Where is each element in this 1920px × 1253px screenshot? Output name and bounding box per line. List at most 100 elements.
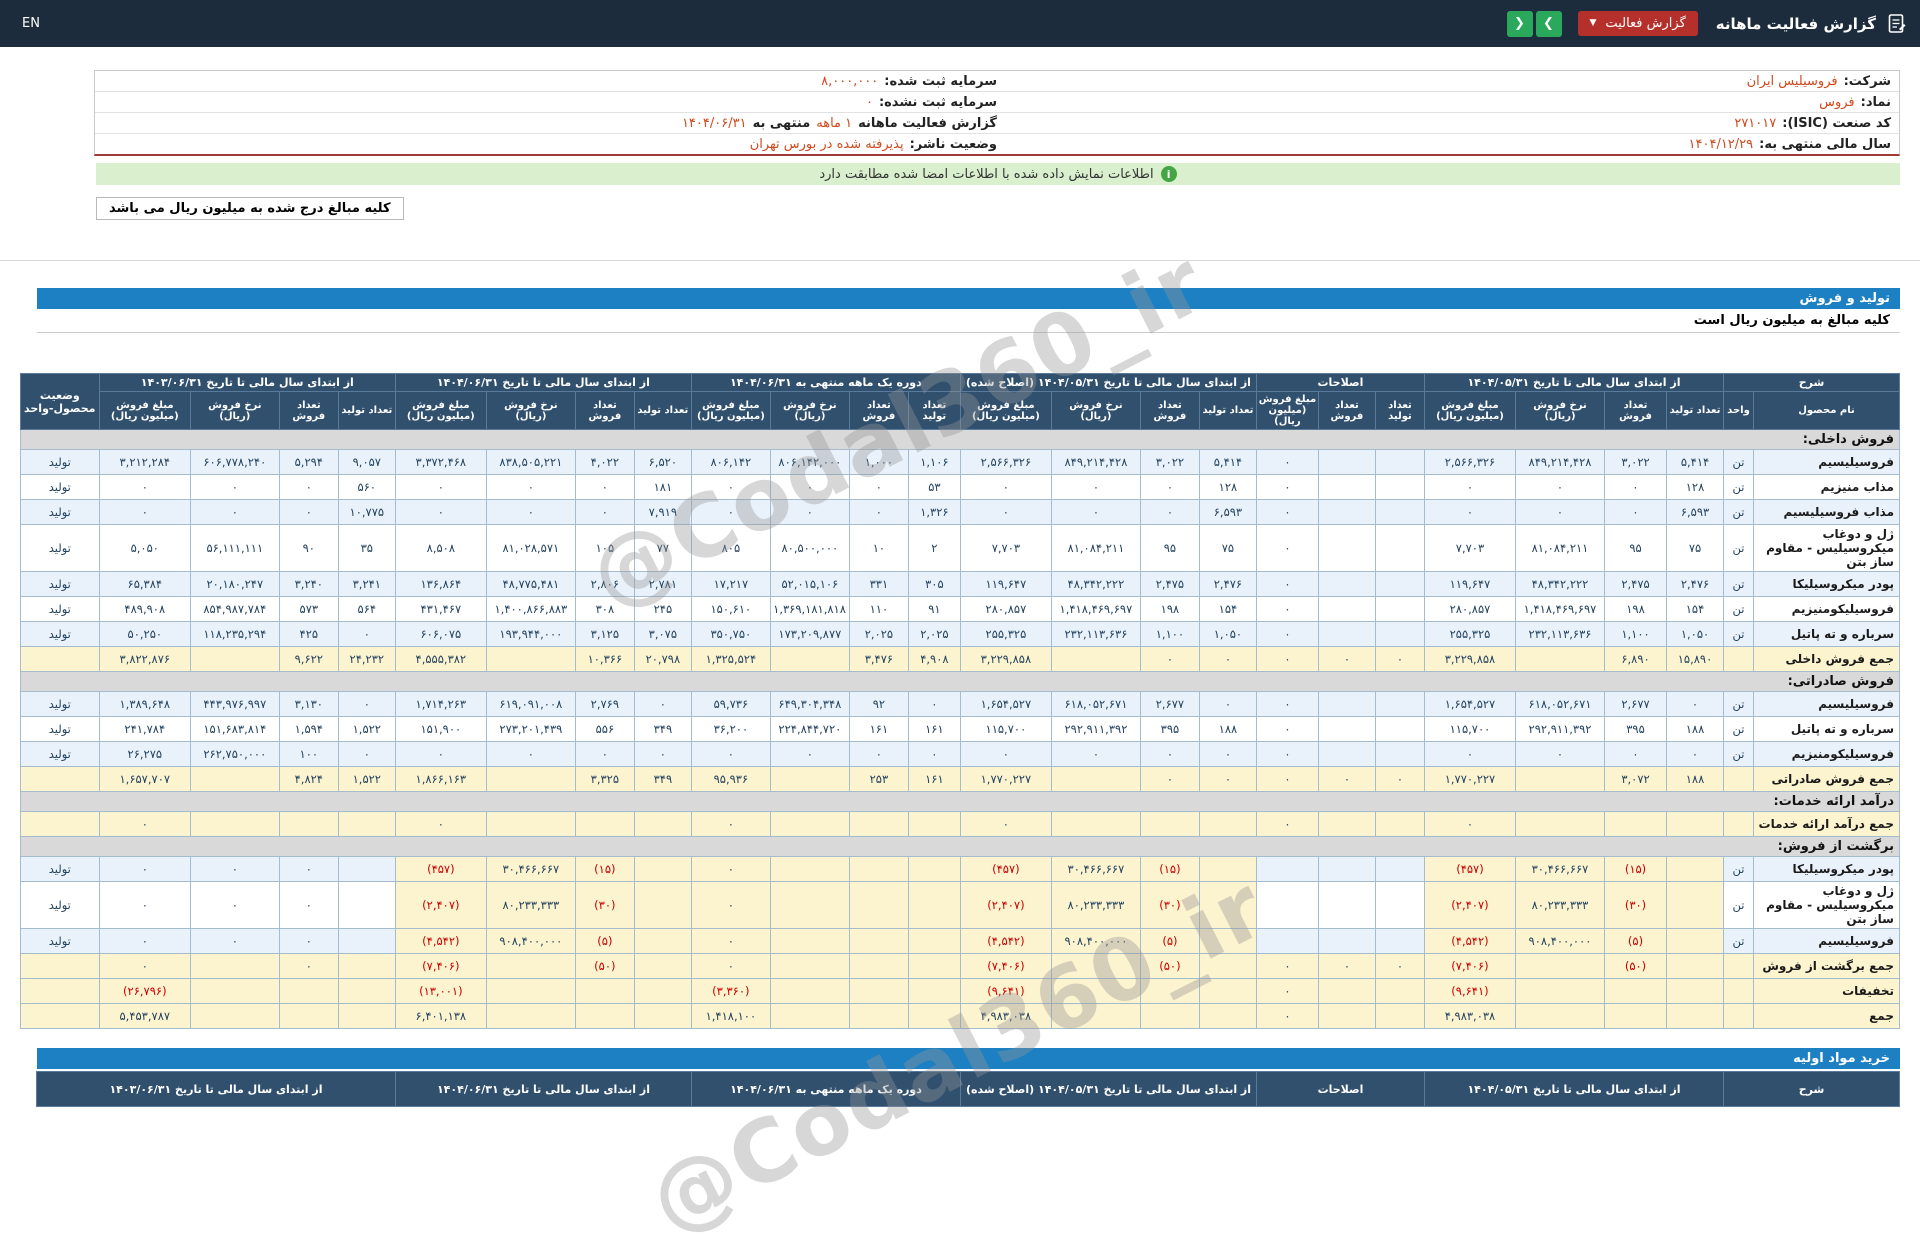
table-cell bbox=[1318, 929, 1375, 954]
table-cell: ۱,۷۷۰,۲۲۷ bbox=[1424, 767, 1515, 792]
next-report-button[interactable]: ❯ bbox=[1536, 11, 1562, 37]
column-header: مبلغ فروش (میلیون ریال) bbox=[691, 392, 770, 430]
table-cell bbox=[486, 812, 575, 837]
table-cell: ۹۵ bbox=[1140, 525, 1199, 572]
table-cell: ۳,۴۷۶ bbox=[849, 647, 908, 672]
table-cell bbox=[1199, 857, 1256, 882]
table-cell: ۰ bbox=[1375, 954, 1424, 979]
table-cell: ۲۶۲,۷۵۰,۰۰۰ bbox=[190, 742, 279, 767]
table-cell: ۰ bbox=[691, 812, 770, 837]
status-cell: تولید bbox=[20, 450, 99, 475]
table-cell: ۰ bbox=[395, 500, 486, 525]
table-cell: ۳,۰۷۲ bbox=[1605, 767, 1667, 792]
table-cell: ۱,۳۸۹,۶۴۸ bbox=[99, 692, 190, 717]
table-cell bbox=[1318, 597, 1375, 622]
info-label: شرکت: bbox=[1844, 74, 1891, 89]
unit-cell: تن bbox=[1724, 717, 1754, 742]
table-cell: ۲۰,۱۸۰,۲۴۷ bbox=[190, 572, 279, 597]
page-title: گزارش فعالیت ماهانه bbox=[1716, 15, 1876, 33]
info-pair: وضعیت ناشر:پذیرفته شده در بورس تهران bbox=[103, 137, 997, 152]
status-cell bbox=[20, 1004, 99, 1029]
info-pair: شرکت:فروسیلیس ایران bbox=[997, 74, 1891, 89]
table-cell: ۲,۴۷۵ bbox=[1605, 572, 1667, 597]
column-header: اصلاحات bbox=[1257, 1072, 1425, 1107]
table-cell: ۰ bbox=[338, 692, 395, 717]
table-cell: ۳۶,۲۰۰ bbox=[691, 717, 770, 742]
table-cell: ۲,۰۲۵ bbox=[849, 622, 908, 647]
table-cell: ۲,۴۷۶ bbox=[1199, 572, 1256, 597]
table-cell bbox=[770, 882, 849, 929]
table-cell bbox=[849, 882, 908, 929]
table-cell bbox=[770, 954, 849, 979]
table-cell: ۰ bbox=[1318, 954, 1375, 979]
table-cell bbox=[1667, 812, 1724, 837]
column-header: تعداد تولید bbox=[1199, 392, 1256, 430]
table-cell: ۰ bbox=[634, 692, 691, 717]
table-cell: ۰ bbox=[486, 742, 575, 767]
product-name-cell: ژل و دوغاب میکروسیلیس - مقاوم ساز بتن bbox=[1754, 525, 1900, 572]
table-cell: ۳۳۱ bbox=[849, 572, 908, 597]
table-row: فروسیلیکومنیزیمتن۱۵۴۱۹۸۱,۴۱۸,۴۶۹,۶۹۷۲۸۰,… bbox=[20, 597, 1899, 622]
table-cell: ۰ bbox=[1140, 647, 1199, 672]
table-cell: ۵۵۶ bbox=[575, 717, 634, 742]
table-cell: (۷,۴۰۶) bbox=[395, 954, 486, 979]
table-cell: ۰ bbox=[1424, 812, 1515, 837]
table-cell: ۰ bbox=[1051, 500, 1140, 525]
table-cell: ۶,۵۹۳ bbox=[1667, 500, 1724, 525]
previous-report-button[interactable]: ❮ bbox=[1507, 11, 1533, 37]
table-cell: ۵۳ bbox=[908, 475, 960, 500]
table-cell: ۱,۷۷۰,۲۲۷ bbox=[960, 767, 1051, 792]
production-table-wrapper: شرحاز ابتدای سال مالی تا تاریخ ۱۴۰۴/۰۵/۳… bbox=[37, 373, 1900, 1029]
report-type-dropdown[interactable]: گزارش فعالیت ▼ bbox=[1578, 11, 1698, 36]
table-cell bbox=[1140, 979, 1199, 1004]
table-cell: (۴,۵۴۲) bbox=[1424, 929, 1515, 954]
info-pair: کد صنعت (ISIC):۲۷۱۰۱۷ bbox=[997, 116, 1891, 131]
table-cell bbox=[1318, 857, 1375, 882]
table-cell: ۱۸۸ bbox=[1667, 767, 1724, 792]
table-cell: (۲,۴۰۷) bbox=[395, 882, 486, 929]
table-cell: (۵۰) bbox=[1140, 954, 1199, 979]
table-cell: ۰ bbox=[691, 475, 770, 500]
table-cell: ۱۵۴ bbox=[1199, 597, 1256, 622]
table-cell: ۰ bbox=[1199, 742, 1256, 767]
table-cell: (۳۰) bbox=[1605, 882, 1667, 929]
table-row: فروش داخلی: bbox=[20, 430, 1899, 450]
product-name-cell: فروسیلیسیم bbox=[1754, 692, 1900, 717]
table-cell: ۳۵ bbox=[338, 525, 395, 572]
table-cell: ۴,۹۸۳,۰۳۸ bbox=[960, 1004, 1051, 1029]
table-cell: (۳,۳۶۰) bbox=[691, 979, 770, 1004]
table-cell bbox=[908, 979, 960, 1004]
table-cell: ۰ bbox=[770, 475, 849, 500]
table-cell bbox=[338, 929, 395, 954]
table-cell bbox=[849, 929, 908, 954]
table-cell: ۷,۹۱۹ bbox=[634, 500, 691, 525]
table-cell bbox=[1199, 882, 1256, 929]
table-cell: (۵۰) bbox=[575, 954, 634, 979]
column-header: تعداد فروش bbox=[1605, 392, 1667, 430]
table-cell bbox=[1051, 647, 1140, 672]
table-cell: ۲۸۰,۸۵۷ bbox=[1424, 597, 1515, 622]
table-row: جمع فروش صادراتی۱۸۸۳,۰۷۲۱,۷۷۰,۲۲۷۰۰۰۰۰۱,… bbox=[20, 767, 1899, 792]
table-cell: ۰ bbox=[1256, 647, 1318, 672]
language-toggle[interactable]: EN bbox=[22, 16, 40, 31]
status-cell bbox=[20, 954, 99, 979]
status-cell: تولید bbox=[20, 572, 99, 597]
unit-cell bbox=[1724, 954, 1754, 979]
table-cell: ۵۲,۰۱۵,۱۰۶ bbox=[770, 572, 849, 597]
table-cell: (۵) bbox=[1140, 929, 1199, 954]
table-cell: ۱۷۳,۲۰۹,۸۷۷ bbox=[770, 622, 849, 647]
table-cell: ۰ bbox=[1256, 954, 1318, 979]
table-cell: ۳,۳۲۵ bbox=[575, 767, 634, 792]
table-cell bbox=[1140, 1004, 1199, 1029]
table-cell: ۰ bbox=[1375, 767, 1424, 792]
product-name-cell: جمع bbox=[1754, 1004, 1900, 1029]
table-cell bbox=[770, 979, 849, 1004]
section-header-production-sales: تولید و فروش bbox=[37, 288, 1900, 309]
table-cell: ۷,۷۰۳ bbox=[1424, 525, 1515, 572]
table-cell: ۲,۶۷۷ bbox=[1140, 692, 1199, 717]
status-cell: تولید bbox=[20, 857, 99, 882]
table-cell: ۰ bbox=[849, 500, 908, 525]
table-cell bbox=[908, 812, 960, 837]
table-cell: ۱۷,۲۱۷ bbox=[691, 572, 770, 597]
table-cell: ۰ bbox=[486, 500, 575, 525]
